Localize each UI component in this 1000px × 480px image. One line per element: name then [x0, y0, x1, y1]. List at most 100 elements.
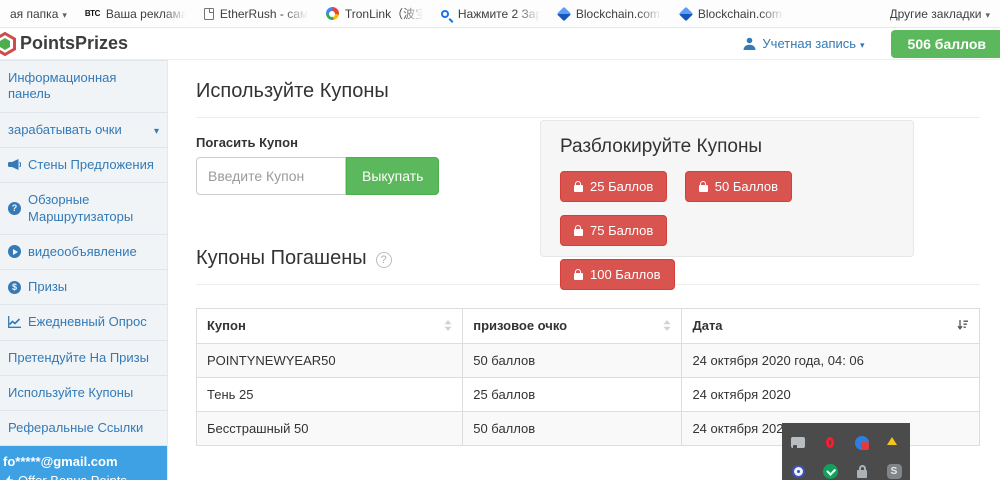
coin-icon	[8, 281, 21, 294]
cell-coupon: POINTYNEWYEAR50	[197, 344, 463, 378]
account-menu[interactable]: Учетная запись	[743, 36, 864, 51]
sidebar: Информационная панель зарабатывать очки …	[0, 60, 168, 480]
brand-logo[interactable]: PointsPrizes	[0, 32, 128, 56]
sidebar-item-use-coupons[interactable]: Используйте Купоны	[0, 376, 167, 411]
sidebar-item-offer-walls[interactable]: Стены Предложения	[0, 148, 167, 183]
page-icon	[204, 8, 214, 20]
privacy-lock-icon[interactable]	[857, 470, 867, 478]
chart-icon	[8, 316, 21, 328]
megaphone-icon	[8, 159, 21, 171]
blockchain-icon	[679, 6, 693, 20]
sidebar-item-claim-prizes[interactable]: Претендуйте На Призы	[0, 341, 167, 376]
bookmark-item[interactable]: TronLink（波宝钱包	[326, 5, 423, 22]
search-icon	[441, 10, 449, 18]
table-row: Тень 25 25 баллов 24 октября 2020	[197, 378, 980, 412]
chevron-down-icon	[154, 122, 159, 139]
sidebar-item-label: Информационная панель	[8, 70, 159, 103]
hexagon-logo-icon	[0, 32, 17, 56]
unlock-button-label: 50 Баллов	[715, 179, 778, 194]
unlock-button-label: 25 Баллов	[590, 179, 653, 194]
bonus-notice[interactable]: fo*****@gmail.com Offer Bonus Points	[0, 446, 167, 480]
opera-icon[interactable]	[826, 437, 834, 448]
sidebar-item-survey-routers[interactable]: Обзорные Маршрутизаторы	[0, 183, 167, 235]
points-balance-badge[interactable]: 506 баллов	[891, 30, 1000, 58]
bolt-icon	[5, 475, 13, 480]
media-player-icon[interactable]	[792, 465, 805, 478]
column-header-points[interactable]: призовое очко	[463, 309, 682, 344]
bookmark-label: EtherRush - самый	[220, 7, 308, 21]
sidebar-item-label: Обзорные Маршрутизаторы	[28, 192, 159, 225]
bookmark-label: Blockchain.com Wa	[698, 7, 784, 21]
system-tray-popup	[782, 423, 910, 480]
sidebar-item-label: Ежедневный Опрос	[28, 314, 147, 330]
checkmark-icon[interactable]	[823, 464, 838, 479]
lock-icon	[574, 185, 583, 192]
btc-icon: BTC	[85, 9, 100, 18]
blockchain-icon	[557, 6, 571, 20]
coupon-input[interactable]	[196, 157, 346, 195]
brand-name: PointsPrizes	[20, 33, 128, 54]
bookmark-item[interactable]: EtherRush - самый	[204, 7, 308, 21]
unlock-coupons-panel: Разблокируйте Купоны 25 Баллов 50 Баллов…	[540, 120, 914, 257]
unlock-panel-title: Разблокируйте Купоны	[560, 136, 894, 158]
help-icon[interactable]	[376, 252, 392, 268]
shadowsocks-icon[interactable]	[887, 464, 902, 479]
section-title-text: Купоны Погашены	[196, 247, 367, 270]
unlock-button-label: 75 Баллов	[590, 223, 653, 238]
app-header: PointsPrizes Учетная запись 506 баллов	[0, 28, 1000, 60]
sidebar-item-earn-points[interactable]: зарабатывать очки	[0, 113, 167, 149]
cell-coupon: Бесстрашный 50	[197, 412, 463, 446]
bookmark-label: Нажмите 2 Зараб	[458, 7, 540, 21]
cell-points: 25 баллов	[463, 378, 682, 412]
screen-share-icon[interactable]	[791, 437, 805, 448]
table-row: POINTYNEWYEAR50 50 баллов 24 октября 202…	[197, 344, 980, 378]
unlock-75-button[interactable]: 75 Баллов	[560, 215, 667, 246]
other-bookmarks-button[interactable]: Другие закладки	[890, 7, 990, 21]
bookmark-label: ая папка	[10, 7, 67, 21]
sidebar-item-label: Реферальные Ссылки	[8, 420, 143, 436]
sidebar-item-referral-links[interactable]: Реферальные Ссылки	[0, 411, 167, 446]
table-header-row: Купон призовое очко Дата	[197, 309, 980, 344]
redeem-input-group: Выкупать	[196, 157, 440, 195]
sidebar-item-label: Стены Предложения	[28, 157, 154, 173]
sidebar-item-label: Используйте Купоны	[8, 385, 133, 401]
column-header-coupon[interactable]: Купон	[197, 309, 463, 344]
sidebar-item-dashboard[interactable]: Информационная панель	[0, 60, 167, 113]
unlock-100-button[interactable]: 100 Баллов	[560, 259, 675, 290]
sidebar-item-daily-poll[interactable]: Ежедневный Опрос	[0, 305, 167, 340]
user-icon	[743, 37, 756, 50]
bookmark-item[interactable]: Blockchain.com Wa	[680, 7, 784, 21]
sort-icon	[663, 319, 671, 334]
main-content: Используйте Купоны Погасить Купон Выкупа…	[168, 60, 1000, 480]
bookmark-item[interactable]: Blockchain.com Wa	[558, 7, 662, 21]
account-label: Учетная запись	[762, 36, 864, 51]
tronlink-icon	[326, 7, 339, 20]
sidebar-item-prizes[interactable]: Призы	[0, 270, 167, 305]
unlock-button-label: 100 Баллов	[590, 267, 661, 282]
sort-icon	[444, 319, 452, 334]
question-circle-icon	[8, 202, 21, 215]
cell-coupon: Тень 25	[197, 378, 463, 412]
cell-points: 50 баллов	[463, 412, 682, 446]
bookmark-label: TronLink（波宝钱包	[345, 5, 423, 22]
play-circle-icon	[8, 245, 21, 258]
bookmark-label: Blockchain.com Wa	[576, 7, 662, 21]
bookmark-item[interactable]: Нажмите 2 Зараб	[441, 7, 540, 21]
bookmark-folder[interactable]: ая папка	[10, 7, 67, 21]
roboform-icon[interactable]	[855, 436, 869, 450]
sidebar-item-label: Претендуйте На Призы	[8, 350, 149, 366]
redeem-button[interactable]: Выкупать	[346, 157, 439, 195]
cell-date: 24 октября 2020 года, 04: 06	[682, 344, 980, 378]
bookmark-item[interactable]: BTC Ваша реклама в с	[85, 7, 186, 21]
unlock-50-button[interactable]: 50 Баллов	[685, 171, 792, 202]
sidebar-item-label: Призы	[28, 279, 67, 295]
other-bookmarks-label: Другие закладки	[890, 7, 990, 21]
bookmark-label: Ваша реклама в с	[106, 7, 186, 21]
column-header-date[interactable]: Дата	[682, 309, 980, 344]
unlock-25-button[interactable]: 25 Баллов	[560, 171, 667, 202]
notice-text: Offer Bonus Points	[18, 473, 127, 480]
sidebar-item-video-ads[interactable]: видеообъявление	[0, 235, 167, 270]
cell-points: 50 баллов	[463, 344, 682, 378]
lock-icon	[574, 273, 583, 280]
notice-email: fo*****@gmail.com	[3, 454, 161, 469]
